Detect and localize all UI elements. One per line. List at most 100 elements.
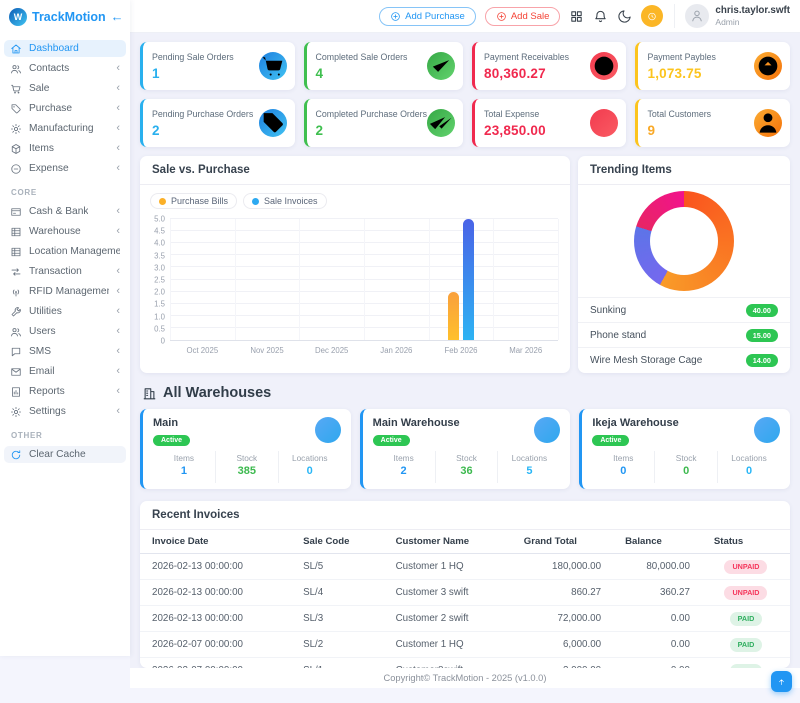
invoice-cell: SL/1	[291, 658, 383, 669]
sidebar-item-utilities[interactable]: Utilities‹	[4, 303, 126, 320]
warehouse-stat-label: Items	[153, 453, 215, 463]
sidebar-item-contacts[interactable]: Contacts‹	[4, 60, 126, 77]
scroll-to-top-button[interactable]	[771, 671, 792, 692]
chevron-left-icon: ‹	[116, 206, 120, 217]
sidebar-item-settings[interactable]: Settings‹	[4, 403, 126, 420]
warehouse-card-top: MainActive	[153, 417, 341, 447]
sidebar-item-cash-bank[interactable]: Cash & Bank‹	[4, 203, 126, 220]
invoice-cell: 2026-02-13 00:00:00	[140, 606, 291, 632]
sidebar-item-warehouse[interactable]: Warehouse‹	[4, 223, 126, 240]
dark-mode-moon-icon[interactable]	[617, 9, 632, 24]
stat-label: Payment Paybles	[647, 52, 715, 62]
sidebar-item-label: Transaction	[29, 266, 82, 277]
warehouse-stat-label: Locations	[718, 453, 780, 463]
sidebar-item-dashboard[interactable]: Dashboard	[4, 40, 126, 57]
sidebar-nav: Dashboard Contacts‹ Sale‹ Purchase‹ Manufact…	[0, 33, 130, 463]
trending-items-card: Trending Items Sunking40.00Phone stand15…	[578, 156, 790, 373]
add-purchase-button[interactable]: Add Purchase	[379, 7, 476, 26]
sidebar-item-label: Dashboard	[29, 43, 79, 54]
trending-item-value-badge: 40.00	[746, 304, 778, 317]
sidebar-item-manufacturing[interactable]: Manufacturing‹	[4, 120, 126, 137]
warehouse-card-main: MainActiveItems1Stock385Locations0	[140, 409, 351, 489]
status-badge: UNPAID	[724, 586, 767, 600]
chart-legend: Purchase Bills Sale Invoices	[140, 185, 570, 211]
chevron-left-icon: ‹	[116, 366, 120, 377]
invoice-cell: 2,000.00	[512, 658, 613, 669]
sidebar-item-transaction[interactable]: Transaction‹	[4, 263, 126, 280]
main-content: Pending Sale Orders1Completed Sale Order…	[130, 33, 800, 668]
apps-grid-icon[interactable]	[569, 9, 584, 24]
invoice-cell: 80,000.00	[613, 554, 702, 580]
invoice-cell-status: PAID	[702, 658, 790, 669]
y-tick-label: 1.0	[154, 312, 165, 321]
invoice-cell: SL/4	[291, 580, 383, 606]
sidebar-item-label: Expense	[29, 163, 69, 174]
warehouse-card-top: Ikeja WarehouseActive	[592, 417, 780, 447]
sidebar-item-clear-cache[interactable]: Clear Cache	[4, 446, 126, 463]
gridline-vertical	[558, 219, 559, 340]
stat-card-payment-paybles: Payment Paybles1,073.75	[635, 42, 790, 90]
sidebar-section-label-core: CORE	[0, 180, 130, 200]
notifications-bell-icon[interactable]	[593, 9, 608, 24]
sidebar-item-label: Reports	[29, 386, 65, 397]
plot-area	[170, 219, 558, 341]
brand-name[interactable]: TrackMotion	[32, 10, 106, 24]
stat-text: Payment Paybles1,073.75	[647, 52, 715, 81]
warehouse-stat-items: Items2	[373, 451, 435, 483]
chevron-left-icon: ‹	[116, 123, 120, 134]
brand-logo-icon[interactable]: W	[9, 8, 27, 26]
warehouse-stat-label: Locations	[498, 453, 560, 463]
invoice-cell: 860.27	[512, 580, 613, 606]
chevron-left-icon: ‹	[116, 346, 120, 357]
clock-icon	[647, 10, 657, 23]
sidebar-collapse-icon[interactable]: ←	[111, 10, 124, 23]
warehouse-stat-value: 0	[718, 465, 780, 477]
warehouse-stat-items: Items 1	[153, 451, 215, 483]
rfid-icon	[10, 286, 22, 298]
sidebar-item-users[interactable]: Users‹	[4, 323, 126, 340]
legend-dot	[159, 198, 166, 205]
add-sale-button[interactable]: Add Sale	[485, 7, 561, 26]
y-tick-label: 4.0	[154, 239, 165, 248]
legend-item-purchase-bills[interactable]: Purchase Bills	[150, 193, 237, 209]
warehouse-status-badge: Active	[373, 435, 410, 446]
sidebar-item-rfid-management[interactable]: RFID Management‹	[4, 283, 126, 300]
warehouse-stat-label: Stock	[655, 453, 717, 463]
legend-item-sale-invoices[interactable]: Sale Invoices	[243, 193, 327, 209]
avatar	[685, 4, 709, 28]
clock-button[interactable]	[641, 5, 663, 27]
trending-item-sunking: Sunking 40.00	[578, 297, 790, 322]
sidebar-item-reports[interactable]: Reports‹	[4, 383, 126, 400]
box-icon	[10, 143, 22, 155]
trending-item-name: Sunking	[590, 305, 626, 316]
stat-card-total-customers: Total Customers9	[635, 99, 790, 147]
home-icon	[10, 43, 22, 55]
warehouse-stat-stock: Stock36	[435, 451, 498, 483]
trending-item-wire-mesh-storage-cage: Wire Mesh Storage Cage14.00	[578, 347, 790, 372]
sidebar-item-sale[interactable]: Sale‹	[4, 80, 126, 97]
cart-icon	[10, 83, 22, 95]
sidebar-item-sms[interactable]: SMS‹	[4, 343, 126, 360]
sidebar-item-location-management[interactable]: Location Management	[4, 243, 126, 260]
invoice-cell: 2026-02-13 00:00:00	[140, 580, 291, 606]
y-tick-label: 0.5	[154, 324, 165, 333]
sidebar-item-email[interactable]: Email ‹	[4, 363, 126, 380]
user-name: chris.taylor.swft	[715, 5, 790, 17]
trending-item-phone-stand: Phone stand15.00	[578, 322, 790, 347]
stat-value: 23,850.00	[484, 123, 546, 138]
warehouse-stat-value: 1	[153, 465, 215, 477]
sidebar-item-items[interactable]: Items‹	[4, 140, 126, 157]
wrench-icon	[10, 306, 22, 318]
stat-label: Completed Purchase Orders	[316, 109, 427, 119]
status-badge: UNPAID	[724, 560, 767, 574]
invoice-cell: SL/5	[291, 554, 383, 580]
cart-icon	[259, 52, 287, 80]
sidebar-item-expense[interactable]: Expense‹	[4, 160, 126, 177]
y-tick-label: 2.5	[154, 276, 165, 285]
sidebar-item-label: Email	[29, 366, 54, 377]
sidebar-item-purchase[interactable]: Purchase‹	[4, 100, 126, 117]
warehouses-header: All Warehouses	[142, 385, 788, 401]
double-check-icon	[427, 109, 455, 137]
warehouse-stats: Items1Stock385Locations0	[153, 451, 341, 483]
user-profile[interactable]: chris.taylor.swft Admin	[674, 4, 790, 28]
